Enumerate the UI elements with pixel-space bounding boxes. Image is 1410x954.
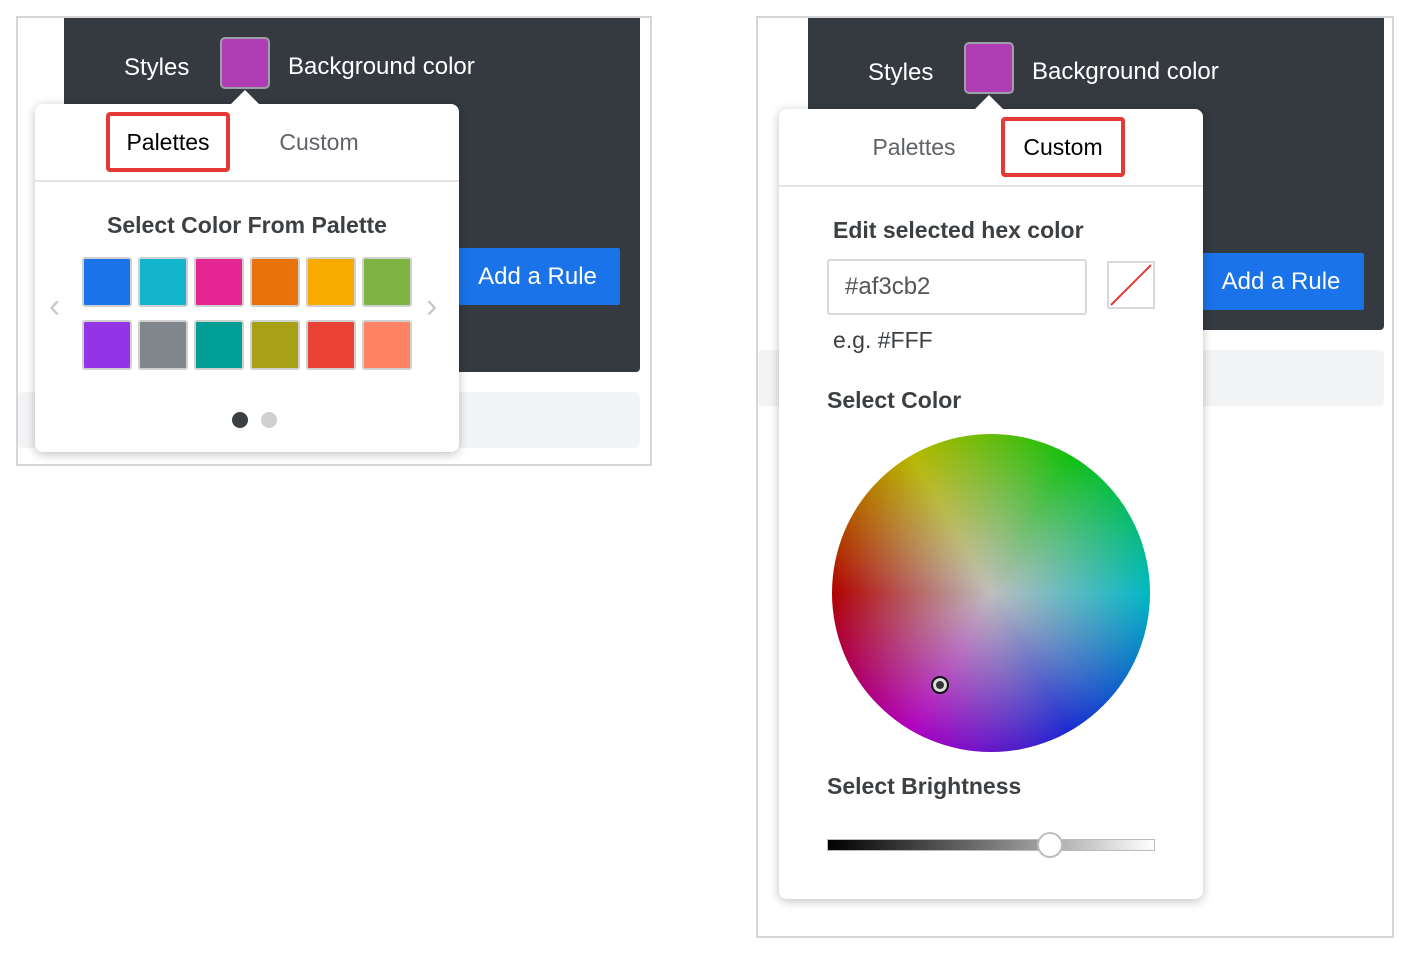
color-wheel-marker[interactable] [931,676,949,694]
palette-color-chip[interactable] [82,257,132,307]
palette-color-chip[interactable] [194,257,244,307]
select-color-heading: Select Color [827,387,962,413]
styles-label: Styles [124,54,190,81]
tab-divider [35,180,459,182]
page-dot[interactable] [261,412,277,428]
palette-color-chip[interactable] [306,320,356,370]
select-brightness-heading: Select Brightness [827,773,1022,799]
color-picker-popover-palettes: Palettes Custom Select Color From Palett… [35,90,459,452]
add-rule-button[interactable]: Add a Rule [455,248,620,305]
add-rule-button[interactable]: Add a Rule [1198,253,1364,310]
page-dot-active[interactable] [232,412,248,428]
color-picker-popover-custom: Palettes Custom Edit selected hex color … [779,95,1203,899]
brightness-slider-track[interactable] [827,839,1155,851]
palette-color-chip[interactable] [194,320,244,370]
palette-color-chip[interactable] [138,257,188,307]
hex-hint: e.g. #FFF [833,327,933,353]
background-color-swatch[interactable] [964,42,1014,94]
background-color-label: Background color [1032,58,1219,85]
styles-label: Styles [868,59,934,86]
palette-color-chip[interactable] [362,257,412,307]
palette-heading: Select Color From Palette [107,212,387,238]
no-color-icon[interactable] [1107,261,1155,309]
palette-color-chip[interactable] [362,320,412,370]
color-wheel[interactable] [832,434,1150,752]
tab-divider [779,185,1203,187]
palette-color-chip[interactable] [250,257,300,307]
popover-pointer [231,90,259,104]
tab-palettes[interactable]: Palettes [855,117,973,177]
tab-custom[interactable]: Custom [259,112,379,172]
tab-custom[interactable]: Custom [1001,117,1125,177]
palette-color-chip[interactable] [82,320,132,370]
hex-color-input[interactable] [827,259,1087,315]
background-color-swatch[interactable] [220,37,270,89]
brightness-slider-thumb[interactable] [1037,832,1064,858]
palette-color-chip[interactable] [306,257,356,307]
hex-heading: Edit selected hex color [833,217,1084,243]
chevron-left-icon[interactable]: ‹ [49,287,60,326]
tab-palettes[interactable]: Palettes [106,112,230,172]
no-color-slash [1110,264,1152,306]
popover-pointer [975,95,1003,109]
background-color-label: Background color [288,53,475,80]
chevron-right-icon[interactable]: › [426,287,437,326]
palette-color-chip[interactable] [138,320,188,370]
palette-color-chip[interactable] [250,320,300,370]
